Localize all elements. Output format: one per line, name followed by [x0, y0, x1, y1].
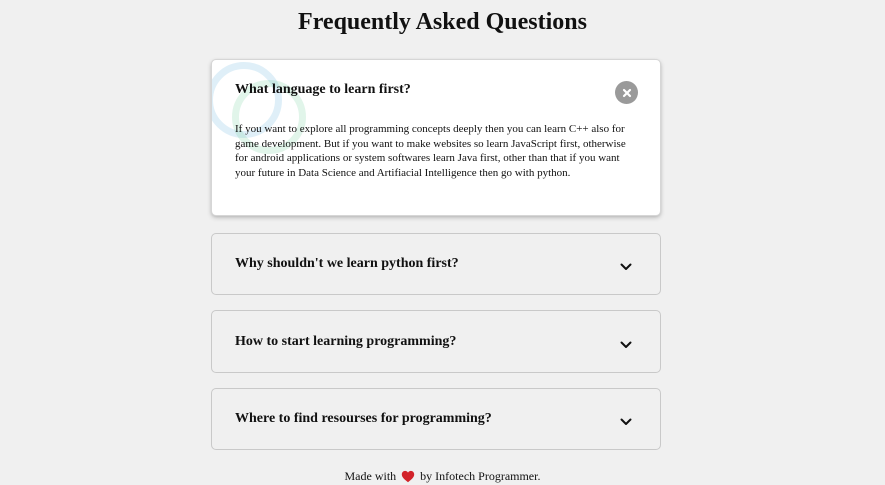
- faq-page: Frequently Asked Questions What language…: [0, 0, 885, 485]
- page-title: Frequently Asked Questions: [298, 9, 587, 35]
- faq-item-4[interactable]: Where to find resourses for programming?: [211, 388, 661, 450]
- close-icon: [622, 88, 632, 98]
- faq-answer: If you want to explore all programming c…: [235, 123, 626, 179]
- footer-suffix: by Infotech Programmer.: [420, 469, 541, 483]
- expand-button[interactable]: [614, 255, 638, 279]
- expand-button[interactable]: [614, 410, 638, 434]
- chevron-down-icon: [620, 263, 632, 271]
- faq-question: How to start learning programming?: [235, 334, 457, 349]
- expand-button[interactable]: [614, 333, 638, 357]
- faq-question: Why shouldn't we learn python first?: [235, 256, 459, 271]
- chevron-down-icon: [620, 341, 632, 349]
- faq-item-3[interactable]: How to start learning programming?: [211, 310, 661, 373]
- heart-icon: [401, 470, 415, 485]
- footer: Made with by Infotech Programmer.: [0, 468, 885, 485]
- faq-question: What language to learn first?: [235, 82, 411, 97]
- faq-item-2[interactable]: Why shouldn't we learn python first?: [211, 233, 661, 295]
- faq-item-1[interactable]: What language to learn first? If you wan…: [211, 59, 661, 216]
- faq-question: Where to find resourses for programming?: [235, 411, 492, 426]
- chevron-down-icon: [620, 418, 632, 426]
- footer-prefix: Made with: [344, 469, 397, 483]
- close-button[interactable]: [615, 81, 638, 104]
